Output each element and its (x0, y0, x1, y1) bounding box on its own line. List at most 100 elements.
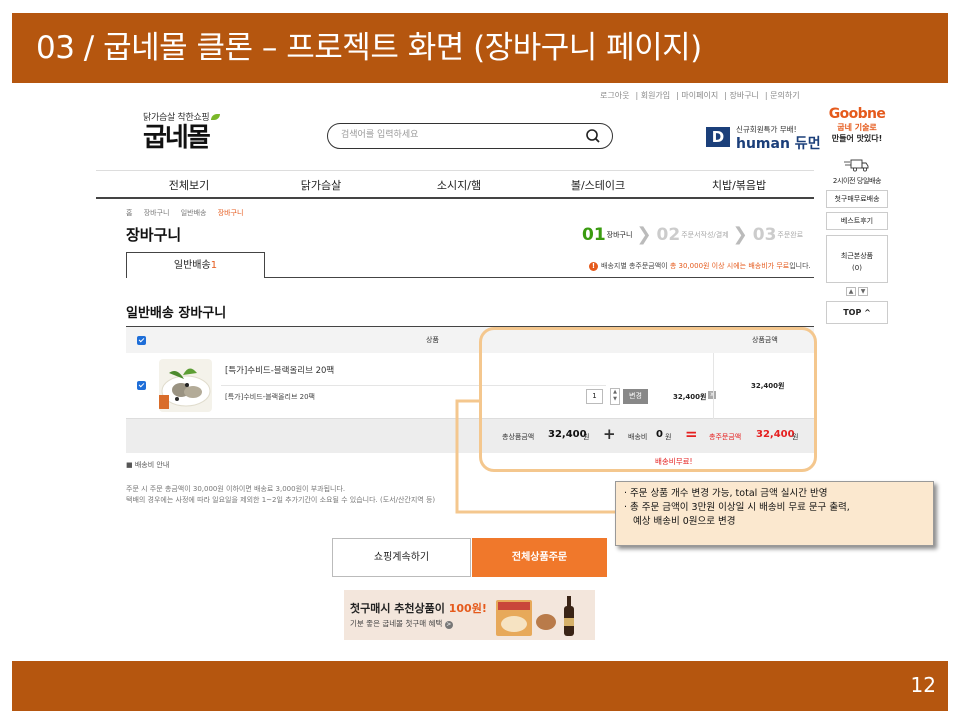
warning-icon: ! (589, 262, 598, 271)
plus-icon: + (603, 425, 616, 443)
slide-title-bar: 03 / 굽네몰 클론 – 프로젝트 화면 (장바구니 페이지) (12, 13, 948, 83)
banner-title-accent: 100원! (448, 602, 487, 615)
recent-down-arrow-icon[interactable]: ▼ (858, 287, 868, 296)
step-2-number: 02 (656, 224, 681, 245)
free-shipping-label: 배송비무료! (655, 457, 693, 466)
page-title: 장바구니 (126, 226, 182, 244)
annotation-callout: · 주문 상품 개수 변경 가능, total 금액 실시간 반영 · 총 주문… (615, 481, 934, 546)
notice-text-post: 입니다. (789, 262, 811, 270)
recent-products-count: (0) (852, 264, 862, 272)
product-image-icon (159, 368, 211, 409)
step-1-label: 장바구니 (606, 230, 633, 239)
shipping-notice: ! 배송지별 총주문금액이 총 30,000원 이상 시에는 배송비가 무료입니다… (589, 261, 811, 271)
recent-products-box: 최근본상품 (0) (826, 235, 888, 283)
table-row: [특가]수비드-블랙올리브 20팩 [특가]수비드-블랙올리브 20팩 1 ▲ … (126, 353, 814, 419)
shipping-value: 0 (656, 429, 663, 440)
shipping-label: 배송비 (628, 433, 648, 441)
first-free-shipping-link[interactable]: 첫구매무료배송 (826, 190, 888, 208)
increase-icon[interactable]: ▲ (611, 389, 619, 396)
decrease-icon[interactable]: ▼ (611, 396, 619, 403)
nav-item-rice[interactable]: 치밥/볶음밥 (712, 177, 766, 193)
search-input[interactable]: 검색어를 입력하세요 (327, 123, 613, 149)
product-name[interactable]: [특가]수비드-블랙올리브 20팩 (225, 364, 334, 376)
step-3-number: 03 (752, 224, 777, 245)
column-amount: 상품금액 (752, 336, 778, 344)
search-placeholder: 검색어를 입력하세요 (341, 130, 419, 140)
notice-highlight: 총 30,000원 이상 시에는 배송비가 무료 (669, 262, 790, 270)
column-product: 상품 (426, 336, 439, 344)
util-link-logout[interactable]: 로그아웃 (600, 91, 629, 100)
logo-slogan: 닭가슴살 착한쇼핑 (143, 113, 210, 123)
equals-icon: = (685, 425, 698, 443)
step-2-label: 주문서작성/결제 (681, 230, 729, 239)
continue-shopping-button[interactable]: 쇼핑계속하기 (332, 538, 471, 577)
goobne-logo: Goobne (828, 106, 886, 122)
order-totals: 총상품금액 32,400 원 + 배송비 0 원 = 총주문금액 32,400 … (126, 419, 814, 453)
goobne-line1: 굽네 기술로 (837, 123, 877, 132)
slide-footer-bar: 12 (12, 661, 948, 711)
won-unit: 원 (583, 433, 590, 441)
notice-text-pre: 배송지별 총주문금액이 (601, 262, 670, 270)
util-link-signup[interactable]: 회원가입 (641, 91, 670, 100)
best-reviews-link[interactable]: 베스트후기 (826, 212, 888, 230)
total-label: 총주문금액 (709, 433, 742, 441)
product-thumbnail[interactable] (159, 359, 212, 412)
change-quantity-button[interactable]: 변경 (623, 389, 648, 404)
order-steps: 01 장바구니 ❯ 02 주문서작성/결제 ❯ 03 주문완료 (582, 224, 807, 245)
same-day-delivery-label: 2시이전 당일배송 (832, 177, 882, 185)
nav-item-sausage[interactable]: 소시지/햄 (437, 177, 481, 193)
line-price: 32,400원 (673, 393, 707, 401)
first-purchase-banner[interactable]: 첫구매시 추천상품이 100원! 기분 좋은 굽네몰 첫구매 혜택 > (344, 590, 595, 640)
site-logo[interactable]: 닭가슴살 착한쇼핑 굽네몰 (143, 110, 221, 153)
main-nav: 전체보기 닭가슴살 소시지/햄 볼/스테이크 치밥/볶음밥 (96, 171, 814, 197)
breadcrumb-general[interactable]: 일반배송 (181, 209, 207, 217)
quantity-stepper[interactable]: ▲ ▼ (610, 388, 620, 405)
cart-table-header: 상품 상품금액 (126, 326, 814, 353)
delivery-truck-icon (844, 159, 869, 172)
util-link-inquiry[interactable]: 문의하기 (770, 91, 799, 100)
banner-subtitle: 기분 좋은 굽네몰 첫구매 혜택 (350, 619, 443, 628)
won-unit: 원 (792, 433, 799, 441)
item-checkbox[interactable] (137, 381, 146, 390)
delete-item-icon[interactable]: x (708, 391, 716, 399)
select-all-checkbox[interactable] (137, 336, 146, 345)
tab-label: 일반배송 (173, 260, 211, 271)
section-title: 일반배송 장바구니 (126, 306, 227, 321)
shipping-info-title: ■ 배송비 안내 (126, 461, 170, 469)
breadcrumb-cart[interactable]: 장바구니 (144, 209, 170, 217)
quantity-input[interactable]: 1 (586, 389, 603, 404)
order-all-button[interactable]: 전체상품주문 (472, 538, 607, 577)
promo-brand: human 듀먼 (736, 136, 821, 152)
nav-item-chicken-breast[interactable]: 닭가슴살 (301, 177, 341, 193)
goobne-brand-link[interactable]: Goobne 굽네 기술로 만들어 맛있다! (824, 106, 890, 144)
total-value: 32,400 (756, 429, 795, 440)
util-link-mypage[interactable]: 마이페이지 (681, 91, 718, 100)
util-link-cart[interactable]: 장바구니 (729, 91, 758, 100)
promo-banner-human[interactable]: D 신규회원특가 무배! human 듀먼 (706, 122, 821, 152)
breadcrumb-home[interactable]: 홈 (126, 209, 132, 217)
nav-divider-bottom (96, 197, 814, 199)
logo-name: 굽네몰 (143, 123, 211, 153)
subtotal-value: 32,400 (548, 429, 587, 440)
product-option: [특가]수비드-블랙올리브 20팩 (225, 393, 315, 401)
breadcrumb-current: 장바구니 (217, 209, 244, 217)
column-divider (713, 353, 714, 419)
row-divider (221, 385, 606, 386)
leaf-icon (211, 114, 221, 120)
callout-line1: · 주문 상품 개수 변경 가능, total 금액 실시간 반영 (624, 488, 828, 499)
utility-links: 로그아웃 | 회원가입 | 마이페이지 | 장바구니 | 문의하기 (600, 91, 800, 100)
callout-line3: 예상 배송비 0원으로 변경 (633, 516, 736, 527)
search-icon[interactable] (584, 127, 602, 145)
step-1-number: 01 (582, 224, 606, 245)
slide-title: 03 / 굽네몰 클론 – 프로젝트 화면 (장바구니 페이지) (36, 30, 702, 66)
nav-item-all[interactable]: 전체보기 (169, 177, 209, 193)
recent-up-arrow-icon[interactable]: ▲ (846, 287, 856, 296)
arrow-right-icon: > (444, 621, 453, 629)
nav-item-steak[interactable]: 볼/스테이크 (571, 177, 625, 193)
banner-product-image-icon (496, 596, 574, 636)
tab-general-delivery[interactable]: 일반배송1 (126, 252, 265, 278)
quick-menu: 2시이전 당일배송 첫구매무료배송 베스트후기 최근본상품 (0) ▲ ▼ TO… (826, 158, 888, 324)
recent-products-label: 최근본상품 (840, 252, 874, 260)
scroll-top-button[interactable]: TOP ^ (826, 301, 888, 324)
item-amount: 32,400원 (751, 382, 785, 390)
